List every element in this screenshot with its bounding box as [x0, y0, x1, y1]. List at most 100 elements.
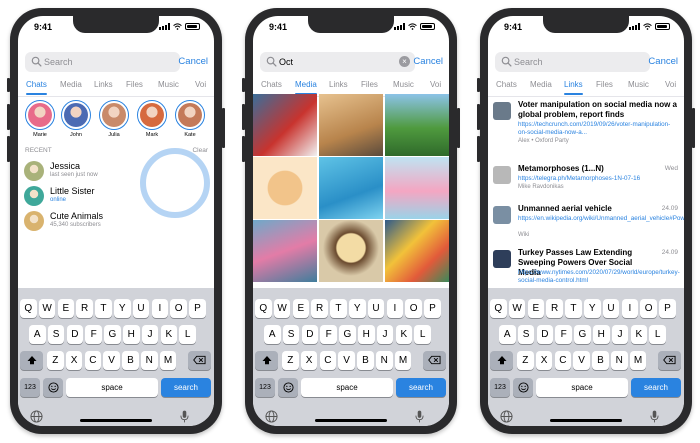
media-thumbnail[interactable] — [385, 157, 449, 219]
tab-chats[interactable]: Chats — [496, 80, 517, 89]
key-n[interactable]: N — [611, 351, 628, 370]
emoji-key[interactable] — [513, 378, 533, 397]
key-l[interactable]: L — [179, 325, 196, 344]
key-a[interactable]: A — [499, 325, 516, 344]
microphone-icon[interactable] — [650, 410, 659, 423]
tab-links[interactable]: Links — [329, 80, 348, 89]
link-url[interactable]: https://en.wikipedia.org/wiki/Unmanned_a… — [518, 215, 684, 223]
key-o[interactable]: O — [170, 299, 187, 318]
key-p[interactable]: P — [659, 299, 676, 318]
shift-key[interactable] — [490, 351, 513, 370]
tab-media[interactable]: Media — [60, 80, 82, 89]
backspace-key[interactable] — [658, 351, 681, 370]
media-thumbnail[interactable] — [385, 220, 449, 282]
search-input[interactable] — [44, 55, 164, 69]
key-w[interactable]: W — [508, 299, 526, 318]
tab-music[interactable]: Music — [393, 80, 414, 89]
key-z[interactable]: Z — [517, 351, 534, 370]
key-m[interactable]: M — [629, 351, 647, 370]
media-thumbnail[interactable] — [319, 94, 383, 156]
key-z[interactable]: Z — [47, 351, 64, 370]
key-f[interactable]: F — [320, 325, 337, 344]
backspace-key[interactable] — [188, 351, 211, 370]
tab-voi[interactable]: Voi — [665, 80, 676, 89]
key-p[interactable]: P — [189, 299, 206, 318]
key-s[interactable]: S — [282, 325, 300, 344]
key-d[interactable]: D — [536, 325, 554, 344]
key-r[interactable]: R — [76, 299, 93, 318]
key-i[interactable]: I — [151, 299, 169, 318]
tab-files[interactable]: Files — [596, 80, 613, 89]
cancel-button[interactable]: Cancel — [648, 56, 678, 67]
search-input[interactable] — [279, 55, 399, 69]
key-x[interactable]: X — [65, 351, 83, 370]
shift-key[interactable] — [20, 351, 43, 370]
story-mark[interactable]: Mark — [137, 100, 167, 138]
key-n[interactable]: N — [141, 351, 158, 370]
key-w[interactable]: W — [38, 299, 56, 318]
tab-files[interactable]: Files — [126, 80, 143, 89]
tab-links[interactable]: Links — [94, 80, 113, 89]
key-c[interactable]: C — [84, 351, 102, 370]
key-t[interactable]: T — [565, 299, 582, 318]
story-kate[interactable]: Kate — [175, 100, 205, 138]
key-h[interactable]: H — [593, 325, 610, 344]
key-h[interactable]: H — [358, 325, 375, 344]
key-s[interactable]: S — [517, 325, 535, 344]
link-url[interactable]: https://www.nytimes.com/2020/07/29/world… — [518, 269, 680, 285]
key-j[interactable]: J — [141, 325, 159, 344]
search-box[interactable] — [25, 52, 180, 72]
key-h[interactable]: H — [123, 325, 140, 344]
key-q[interactable]: Q — [20, 299, 37, 318]
tab-media[interactable]: Media — [295, 80, 317, 95]
key-j[interactable]: J — [376, 325, 394, 344]
cancel-button[interactable]: Cancel — [413, 56, 443, 67]
media-thumbnail[interactable] — [319, 220, 383, 282]
emoji-key[interactable] — [43, 378, 63, 397]
globe-icon[interactable] — [265, 410, 278, 423]
key-w[interactable]: W — [273, 299, 291, 318]
key-o[interactable]: O — [640, 299, 657, 318]
space-key[interactable]: space — [66, 378, 158, 397]
key-r[interactable]: R — [311, 299, 328, 318]
key-v[interactable]: V — [103, 351, 120, 370]
key-u[interactable]: U — [602, 299, 620, 318]
key-e[interactable]: E — [57, 299, 75, 318]
key-i[interactable]: I — [621, 299, 639, 318]
media-thumbnail[interactable] — [253, 157, 317, 219]
space-key[interactable]: space — [536, 378, 628, 397]
microphone-icon[interactable] — [180, 410, 189, 423]
globe-icon[interactable] — [30, 410, 43, 423]
key-c[interactable]: C — [319, 351, 337, 370]
search-box[interactable] — [495, 52, 650, 72]
microphone-icon[interactable] — [415, 410, 424, 423]
key-k[interactable]: K — [160, 325, 178, 344]
media-thumbnail[interactable] — [319, 157, 383, 219]
emoji-key[interactable] — [278, 378, 298, 397]
media-thumbnail[interactable] — [385, 94, 449, 156]
key-z[interactable]: Z — [282, 351, 299, 370]
clear-search-icon[interactable]: × — [399, 56, 410, 67]
key-g[interactable]: G — [574, 325, 591, 344]
key-t[interactable]: T — [95, 299, 112, 318]
key-e[interactable]: E — [527, 299, 545, 318]
key-b[interactable]: B — [122, 351, 139, 370]
key-r[interactable]: R — [546, 299, 563, 318]
tab-media[interactable]: Media — [530, 80, 552, 89]
key-g[interactable]: G — [104, 325, 121, 344]
key-a[interactable]: A — [29, 325, 46, 344]
key-i[interactable]: I — [386, 299, 404, 318]
tab-voi[interactable]: Voi — [430, 80, 441, 89]
key-a[interactable]: A — [264, 325, 281, 344]
key-j[interactable]: J — [611, 325, 629, 344]
key-n[interactable]: N — [376, 351, 393, 370]
clear-recent-button[interactable]: Clear — [192, 147, 208, 154]
key-b[interactable]: B — [592, 351, 609, 370]
key-y[interactable]: Y — [584, 299, 601, 318]
numbers-key[interactable]: 123 — [255, 378, 275, 397]
key-f[interactable]: F — [85, 325, 102, 344]
tab-music[interactable]: Music — [158, 80, 179, 89]
key-y[interactable]: Y — [349, 299, 366, 318]
search-key[interactable]: search — [396, 378, 446, 397]
story-john[interactable]: John — [61, 100, 91, 138]
